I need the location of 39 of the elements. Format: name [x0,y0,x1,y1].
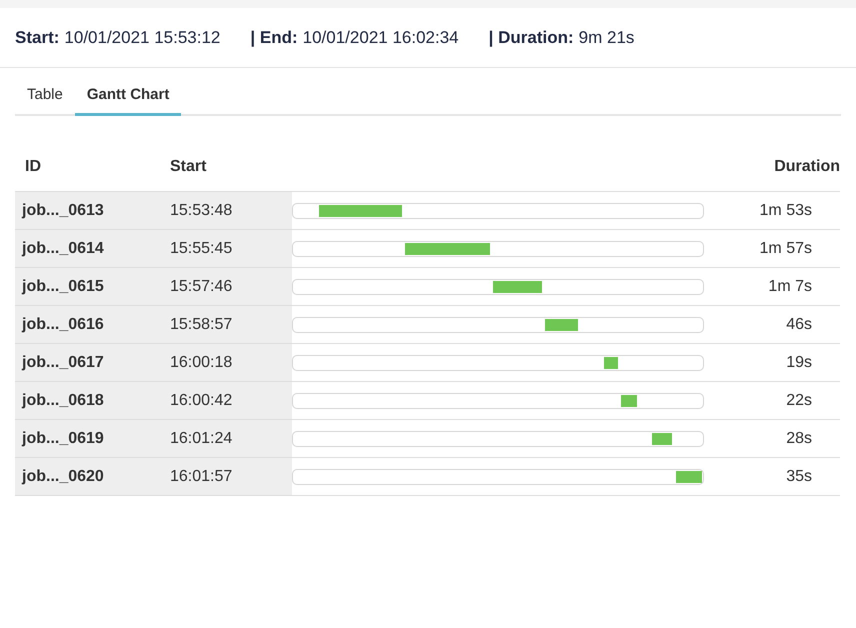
summary-label: | Duration: [488,28,574,48]
table-cell: 22s [704,382,840,420]
tab[interactable]: Gantt Chart [74,76,182,116]
table-cell: job..._0615 [15,268,170,306]
summary-label: Start: [15,28,60,48]
table-cell: job..._0620 [15,458,170,496]
table-cell: 19s [704,344,840,382]
summary-label: | End: [250,28,298,48]
gantt-bar [492,280,542,292]
table-cell: job..._0614 [15,230,170,268]
table-cell: 15:53:48 [170,192,292,230]
table-cell: 15:58:57 [170,306,292,344]
table-cell: job..._0619 [15,420,170,458]
summary-value: 10/01/2021 15:53:12 [64,28,220,48]
table-cell: job..._0617 [15,344,170,382]
table-cell: 1m 57s [704,230,840,268]
table-cell: 28s [704,420,840,458]
table-cell: 46s [704,306,840,344]
column-header: Duration [704,143,840,192]
table-cell: 16:01:24 [170,420,292,458]
summary-value: 9m 21s [578,28,634,48]
gantt-bar [544,318,578,330]
gantt-bar [604,356,618,368]
table-cell: 16:01:57 [170,458,292,496]
table-cell: 15:55:45 [170,230,292,268]
table-cell: job..._0613 [15,192,170,230]
gantt-bar [652,432,672,444]
table-cell: job..._0618 [15,382,170,420]
table-cell: 16:00:18 [170,344,292,382]
table-cell: 16:00:42 [170,382,292,420]
table-cell: job..._0616 [15,306,170,344]
table-cell: 15:57:46 [170,268,292,306]
table-cell: 35s [704,458,840,496]
summary-value: 10/01/2021 16:02:34 [302,28,459,48]
table-cell: 1m 7s [704,268,840,306]
tab[interactable]: Table [15,76,75,116]
table-cell: 1m 53s [704,192,840,230]
gantt-bar [621,394,638,406]
gantt-bar [676,470,702,482]
